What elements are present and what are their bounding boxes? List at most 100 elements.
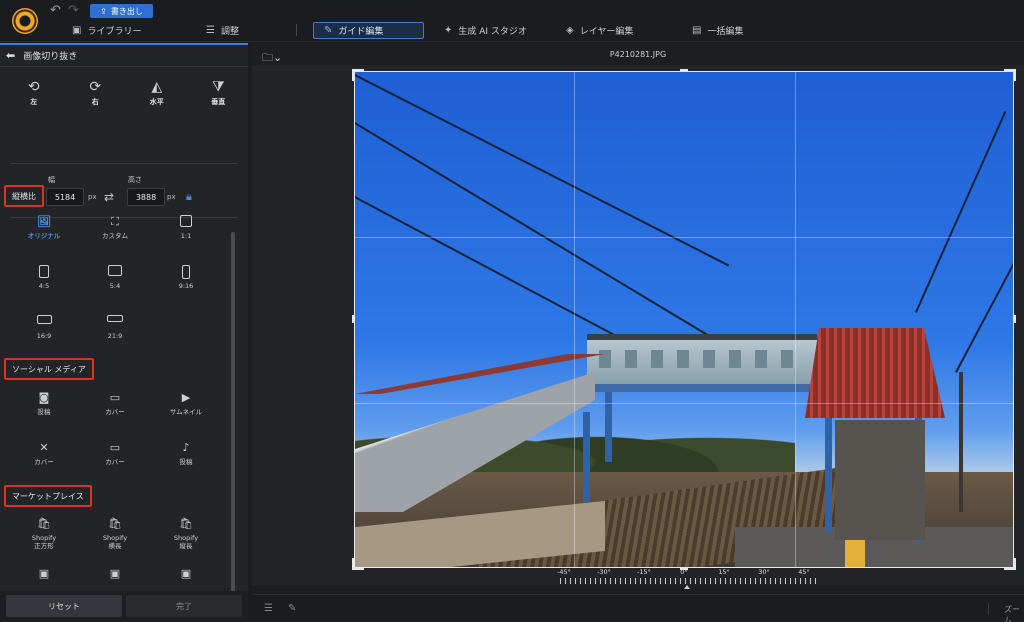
redo-icon[interactable]: ↷ <box>68 3 79 18</box>
aspect-5-4[interactable]: 5:4 <box>85 265 145 290</box>
market-label: Shopify 正方形 <box>31 534 57 550</box>
tab-batch-edit[interactable]: ▤ 一括編集 <box>682 22 753 39</box>
undo-icon[interactable]: ↶ <box>50 3 61 18</box>
social-linkedin-cover[interactable]: ▭ カバー <box>85 441 145 466</box>
social-label: カバー <box>105 408 125 416</box>
crop-handle-top[interactable] <box>680 69 688 72</box>
tab-label: ライブラリー <box>87 27 142 37</box>
scroll-thumb[interactable] <box>231 232 235 622</box>
height-input[interactable]: 3888 <box>127 188 165 206</box>
angle-tick-label: 0° <box>680 568 688 576</box>
market-shopify-square[interactable]: 🛍︎ Shopify 正方形 <box>14 517 74 550</box>
done-button[interactable]: 完了 <box>126 595 242 617</box>
width-label: 幅 <box>48 176 55 184</box>
sliders-icon: ☰ <box>206 25 215 36</box>
social-youtube-thumbnail[interactable]: ▶ サムネイル <box>156 391 216 416</box>
shopify-icon: 🛍︎ <box>179 517 193 530</box>
flip-vertical-label: 垂直 <box>211 98 226 106</box>
bridge-window <box>677 350 689 368</box>
panel-title: 画像切り抜き <box>23 52 78 62</box>
app-logo-icon <box>12 8 38 34</box>
main-canvas: 🗀︎⌄ P4210281.JPG -45° -30° -15° 0° 15° 3… <box>252 43 1024 622</box>
bridge-window <box>755 350 767 368</box>
rotate-left-icon: ⟲ <box>27 79 40 95</box>
bridge-underside <box>587 384 817 392</box>
aspect-9-16[interactable]: 9:16 <box>156 265 216 290</box>
market-amazon[interactable]: ▣ <box>14 567 74 581</box>
rotate-right-icon: ⟳ <box>89 79 102 95</box>
flip-vertical-icon: ⧩ <box>212 79 225 95</box>
crop-handle-bottom-right[interactable] <box>1013 558 1016 570</box>
compare-icon[interactable]: ✎ <box>288 603 296 614</box>
crop-grid-line <box>355 237 1013 238</box>
sparkle-icon: ✦ <box>444 25 453 36</box>
rotate-right-button[interactable]: ⟳ 右 <box>66 79 126 107</box>
straighten-angle-ruler[interactable]: -45° -30° -15° 0° 15° 30° 45° <box>557 568 820 592</box>
upload-icon: ⇪ <box>100 6 107 16</box>
back-arrow-icon[interactable]: ⬅ <box>6 49 15 62</box>
tab-adjust[interactable]: ☰ 調整 <box>196 22 249 39</box>
width-input[interactable]: 5184 <box>46 188 84 206</box>
shopify-icon: 🛍︎ <box>37 517 51 530</box>
flip-vertical-button[interactable]: ⧩ 垂直 <box>189 79 249 107</box>
aspect-21-9[interactable]: 21:9 <box>85 315 145 340</box>
crop-grid-line <box>574 72 575 567</box>
info-panel-icon[interactable]: ☰ <box>264 603 273 614</box>
aspect-4-5[interactable]: 4:5 <box>14 265 74 290</box>
tab-guided-edit[interactable]: ✎ ガイド編集 <box>313 22 424 39</box>
crop-handle-left[interactable] <box>352 315 355 323</box>
reset-button[interactable]: リセット <box>6 595 122 617</box>
portrait-4-5-icon <box>39 265 49 279</box>
bridge-pillar <box>825 412 832 532</box>
zoom-label[interactable]: ズーム <box>1004 604 1024 622</box>
market-shopify-portrait[interactable]: 🛍︎ Shopify 縦長 <box>156 517 216 550</box>
social-label: カバー <box>34 458 54 466</box>
swap-dimensions-icon[interactable]: ⇄ <box>104 190 114 204</box>
amazon-icon: ▣ <box>38 567 50 580</box>
aspect-16-9[interactable]: 16:9 <box>14 315 74 340</box>
marketplace-section-title: マーケットプレイス <box>4 485 92 507</box>
crop-panel: ⬅ 画像切り抜き ⟲ 左 ⟳ 右 ◭ 水平 ⧩ 垂直 幅 高さ 5184 px … <box>0 43 248 622</box>
angle-tick-label: 30° <box>758 568 770 576</box>
crop-handle-top-left[interactable] <box>352 69 355 81</box>
flip-horizontal-button[interactable]: ◭ 水平 <box>127 79 187 107</box>
crop-handle-bottom-left[interactable] <box>352 558 355 570</box>
market-ebay[interactable]: ▣ <box>85 567 145 581</box>
landscape-5-4-icon <box>108 265 122 279</box>
height-unit: px <box>167 193 176 201</box>
export-button[interactable]: ⇪ 書き出し <box>90 4 153 18</box>
aspect-1-1[interactable]: 1:1 <box>156 215 216 240</box>
divider <box>10 163 238 164</box>
tab-label: 調整 <box>220 27 239 37</box>
social-facebook-cover[interactable]: ▭ カバー <box>85 391 145 416</box>
rotate-left-button[interactable]: ⟲ 左 <box>4 79 64 107</box>
canvas-area <box>252 65 1024 585</box>
bridge-window <box>651 350 663 368</box>
flip-horizontal-icon: ◭ <box>151 79 163 95</box>
social-twitter-cover[interactable]: ✕ カバー <box>14 441 74 466</box>
twitter-icon: ✕ <box>39 441 49 454</box>
market-shopify-landscape[interactable]: 🛍︎ Shopify 横長 <box>85 517 145 550</box>
panel-scrollbar[interactable] <box>231 232 235 622</box>
crop-handle-right[interactable] <box>1013 315 1016 323</box>
tab-ai-studio[interactable]: ✦ 生成 AI スタジオ <box>434 22 537 39</box>
social-instagram-post[interactable]: ◙ 投稿 <box>14 391 74 416</box>
tab-layer-edit[interactable]: ◈ レイヤー編集 <box>556 22 643 39</box>
bridge-pillar <box>583 412 590 502</box>
crop-handle-top-right[interactable] <box>1013 69 1016 81</box>
social-tiktok-post[interactable]: ♪ 投稿 <box>156 441 216 466</box>
aspect-original[interactable]: 🖼︎ オリジナル <box>14 215 74 240</box>
flip-horizontal-label: 水平 <box>149 98 164 106</box>
tab-label: 生成 AI スタジオ <box>458 27 527 37</box>
market-etsy[interactable]: ▣ <box>156 567 216 581</box>
etsy-icon: ▣ <box>180 567 192 580</box>
social-label: カバー <box>105 458 125 466</box>
lock-icon[interactable]: 🔒︎ <box>186 190 192 204</box>
angle-pointer-icon[interactable] <box>684 585 690 589</box>
tab-library[interactable]: ▣ ライブラリー <box>62 22 151 39</box>
square-icon <box>180 215 192 229</box>
landscape-21-9-icon <box>107 315 123 329</box>
photo-preview[interactable] <box>354 71 1014 568</box>
linkedin-icon: ▭ <box>109 441 121 454</box>
aspect-custom[interactable]: ⛶ カスタム <box>85 215 145 240</box>
